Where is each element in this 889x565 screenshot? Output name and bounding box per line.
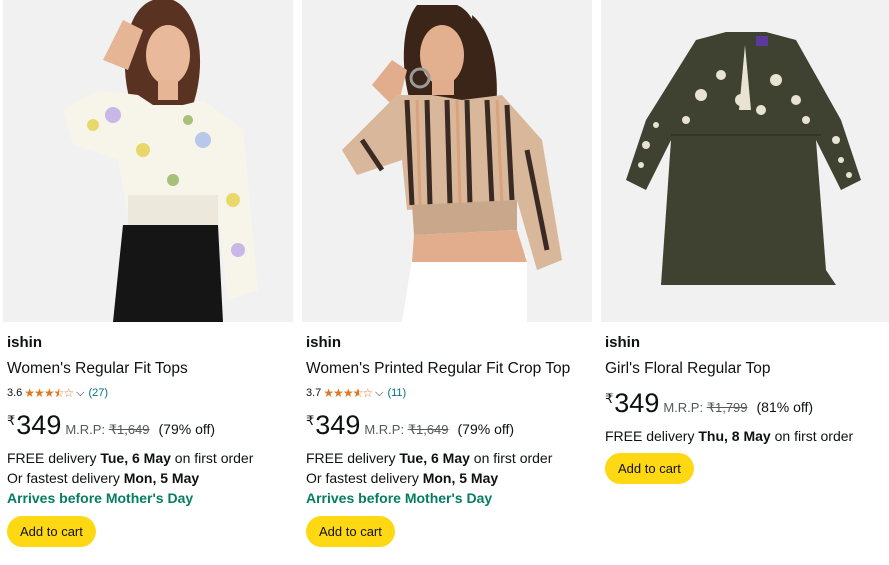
product-card: ishin Girl's Floral Regular Top ₹ 349 M.…	[601, 0, 889, 565]
rating-row: 3.6 ★★★★☆☆ ⌵ (27)	[7, 386, 289, 400]
delivery-date: Tue, 6 May	[399, 450, 470, 466]
rating-row: 3.7 ★★★ ★ ☆☆ ⌵ (11)	[306, 386, 588, 400]
product-photo-floral-top	[3, 0, 293, 322]
delivery-date: Thu, 8 May	[698, 428, 771, 444]
mrp-label: M.R.P:	[663, 400, 704, 415]
product-title[interactable]: Women's Regular Fit Tops	[7, 359, 289, 379]
delivery-prefix: FREE delivery	[7, 450, 101, 466]
mrp-label: M.R.P:	[364, 422, 405, 437]
price: 349	[315, 410, 361, 440]
currency-symbol: ₹	[605, 391, 614, 406]
product-image[interactable]	[302, 0, 592, 322]
brand-name: ishin	[7, 334, 43, 351]
rating-value: 3.7	[306, 387, 322, 399]
price-row: ₹ 349 M.R.P: ₹1,649 (79% off)	[7, 410, 289, 440]
mothers-day-badge: Arrives before Mother's Day	[306, 490, 493, 506]
discount: (81% off)	[756, 399, 814, 415]
product-card: ishin Women's Printed Regular Fit Crop T…	[302, 0, 592, 565]
add-to-cart-button[interactable]: Add to cart	[605, 453, 694, 484]
mrp-value: ₹1,649	[108, 422, 150, 437]
delivery-prefix: FREE delivery	[605, 428, 699, 444]
mrp: M.R.P: ₹1,649	[364, 422, 448, 438]
delivery-line: FREE delivery Tue, 6 May on first order	[306, 448, 588, 468]
price: 349	[614, 388, 660, 418]
mrp: M.R.P: ₹1,799	[663, 400, 747, 416]
mrp: M.R.P: ₹1,649	[65, 422, 149, 438]
delivery-suffix: on first order	[170, 450, 254, 466]
brand-name: ishin	[605, 334, 641, 351]
fastest-delivery-line: Or fastest delivery Mon, 5 May	[7, 468, 289, 488]
delivery-line: FREE delivery Tue, 6 May on first order	[7, 448, 289, 468]
product-image[interactable]	[601, 0, 889, 322]
currency-symbol: ₹	[7, 413, 16, 428]
rating-value: 3.6	[7, 387, 23, 399]
product-card: ishin Women's Regular Fit Tops 3.6 ★★★★☆…	[3, 0, 293, 565]
delivery-suffix: on first order	[770, 428, 854, 444]
product-title[interactable]: Girl's Floral Regular Top	[605, 359, 885, 379]
price: 349	[16, 410, 62, 440]
delivery-prefix: FREE delivery	[306, 450, 400, 466]
fastest-date: Mon, 5 May	[422, 470, 499, 486]
add-to-cart-button[interactable]: Add to cart	[7, 516, 96, 547]
discount: (79% off)	[457, 421, 515, 437]
chevron-down-icon[interactable]: ⌵	[375, 387, 383, 400]
price-row: ₹ 349 M.R.P: ₹1,799 (81% off)	[605, 388, 885, 418]
brand-name: ishin	[306, 334, 342, 351]
discount: (79% off)	[158, 421, 216, 437]
mrp-value: ₹1,649	[407, 422, 449, 437]
price-row: ₹ 349 M.R.P: ₹1,649 (79% off)	[306, 410, 588, 440]
delivery-date: Tue, 6 May	[100, 450, 171, 466]
fastest-delivery-line: Or fastest delivery Mon, 5 May	[306, 468, 588, 488]
product-image[interactable]	[3, 0, 293, 322]
currency-symbol: ₹	[306, 413, 315, 428]
fastest-prefix: Or fastest delivery	[306, 470, 423, 486]
star-rating-icon[interactable]: ★★★★☆☆	[24, 386, 74, 400]
mrp-label: M.R.P:	[65, 422, 106, 437]
delivery-suffix: on first order	[469, 450, 553, 466]
mrp-value: ₹1,799	[706, 400, 748, 415]
product-grid: ishin Women's Regular Fit Tops 3.6 ★★★★☆…	[0, 0, 889, 565]
mothers-day-badge: Arrives before Mother's Day	[7, 490, 194, 506]
review-count-link[interactable]: (11)	[387, 387, 406, 399]
add-to-cart-button[interactable]: Add to cart	[306, 516, 395, 547]
chevron-down-icon[interactable]: ⌵	[76, 387, 84, 400]
fastest-date: Mon, 5 May	[123, 470, 200, 486]
product-photo-green-dress	[601, 0, 889, 322]
product-photo-striped-top	[302, 0, 592, 322]
star-rating-icon[interactable]: ★★★★☆☆	[323, 386, 373, 400]
product-title[interactable]: Women's Printed Regular Fit Crop Top	[306, 359, 588, 379]
fastest-prefix: Or fastest delivery	[7, 470, 124, 486]
delivery-line: FREE delivery Thu, 8 May on first order	[605, 426, 885, 446]
review-count-link[interactable]: (27)	[88, 387, 108, 399]
